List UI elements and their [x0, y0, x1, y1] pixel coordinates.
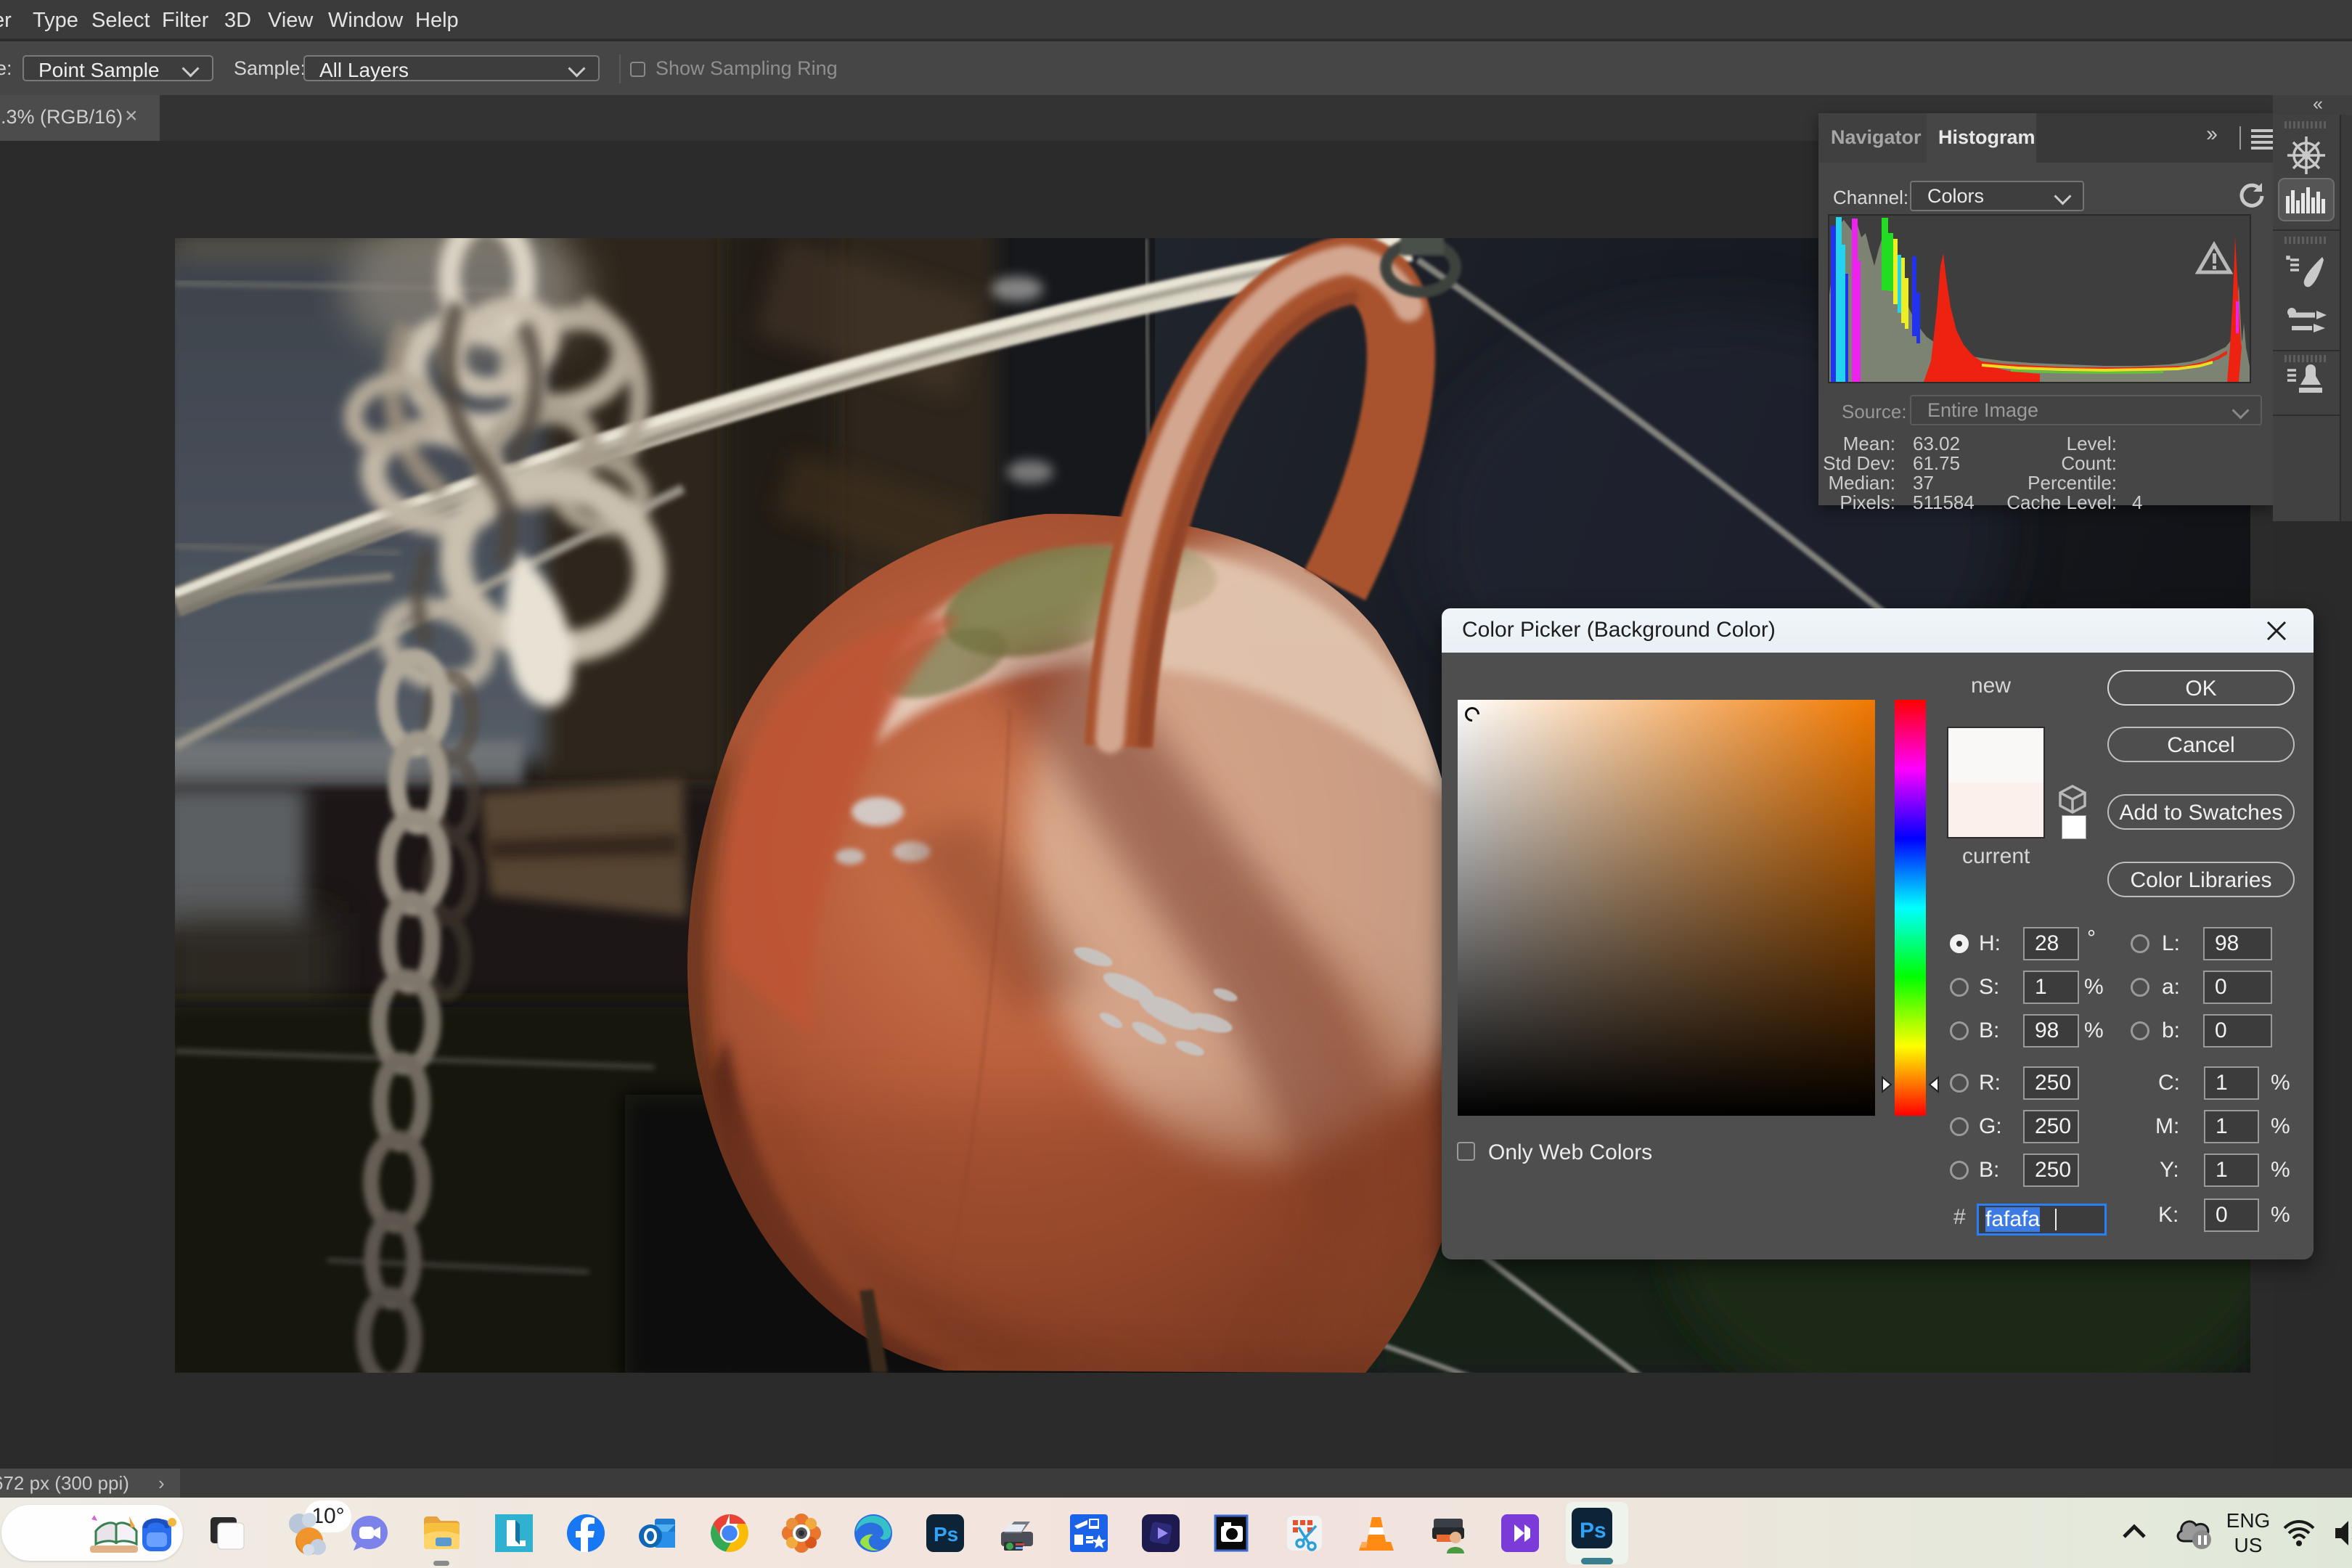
- svg-text:Ps: Ps: [1580, 1519, 1606, 1543]
- svg-text:Ps: Ps: [934, 1523, 958, 1545]
